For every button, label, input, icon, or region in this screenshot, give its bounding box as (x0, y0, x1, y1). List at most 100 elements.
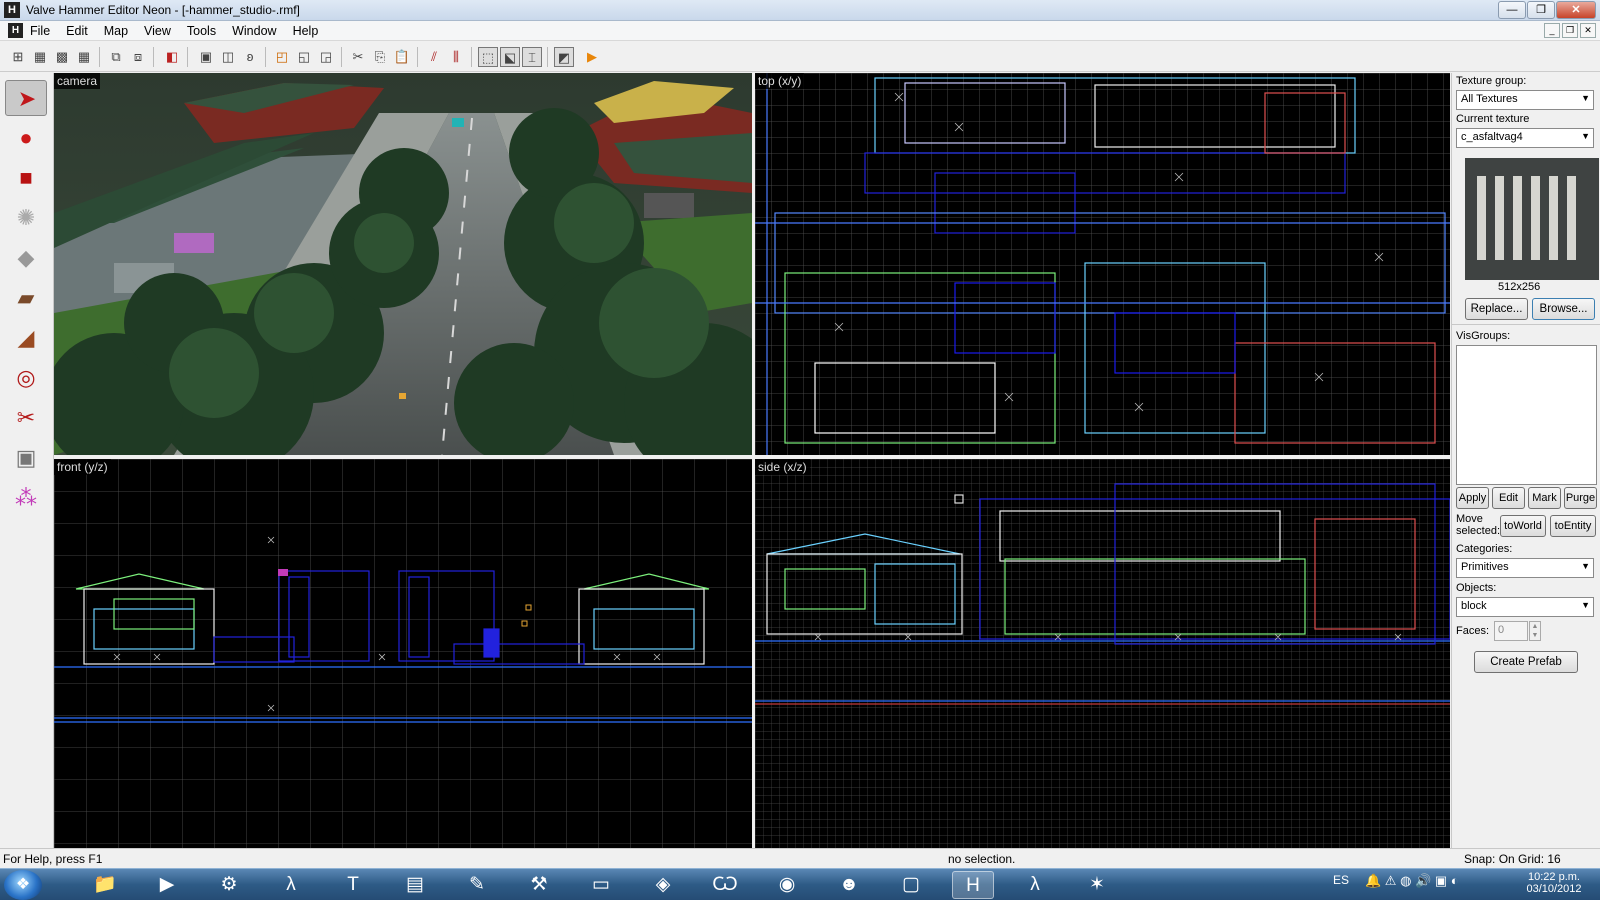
winamp-taskbar-icon[interactable]: Ѡ (704, 871, 746, 899)
rotate-icon[interactable]: ◲ (316, 47, 336, 67)
document-icon[interactable]: H (8, 23, 23, 38)
visgroups-label: VisGroups: (1456, 330, 1511, 342)
faces-input[interactable]: 0 (1494, 621, 1528, 641)
texture-lock-icon[interactable]: ʚ (240, 47, 260, 67)
menu-view[interactable]: View (144, 24, 171, 38)
selection-status: no selection. (948, 852, 1016, 866)
group-icon[interactable]: ⧉ (106, 47, 126, 67)
clipping-tool[interactable]: ✂ (5, 400, 47, 436)
half-life-taskbar-icon[interactable]: λ (1014, 871, 1056, 899)
camera-icon: ■ (19, 165, 33, 190)
steam-taskbar-icon[interactable]: ⚙ (208, 871, 250, 899)
path-icon: ⁂ (15, 485, 37, 510)
menu-map[interactable]: Map (104, 24, 128, 38)
decal-tool[interactable]: ◎ (5, 360, 47, 396)
hammer-editor-taskbar-icon[interactable]: H (952, 871, 994, 899)
texture-icon[interactable]: ⌶ (522, 47, 542, 67)
to-entity-button[interactable]: toEntity (1550, 515, 1596, 537)
media-player-taskbar-icon[interactable]: ▶ (146, 871, 188, 899)
hollow-icon[interactable]: ◫ (218, 47, 238, 67)
texture-group-value: All Textures (1461, 93, 1518, 105)
magnify-tool[interactable]: ● (5, 120, 47, 156)
mdi-close-button[interactable]: ✕ (1580, 23, 1596, 38)
larger-grid-icon[interactable]: ▦ (74, 47, 94, 67)
archive-taskbar-icon[interactable]: ▤ (394, 871, 436, 899)
side-viewport[interactable]: side (x/z) (755, 459, 1450, 848)
menu-tools[interactable]: Tools (187, 24, 216, 38)
explorer-taskbar-icon[interactable]: 📁 (84, 871, 126, 899)
replace-button[interactable]: Replace... (1465, 298, 1528, 320)
smaller-grid-icon[interactable]: ▩ (52, 47, 72, 67)
font-tool-taskbar-icon[interactable]: T (332, 871, 374, 899)
paint-cube-icon: ▰ (17, 285, 35, 310)
visgroups-list[interactable] (1456, 345, 1597, 485)
source-sdk-taskbar-icon[interactable]: λ (270, 871, 312, 899)
block-tool[interactable]: ◆ (5, 240, 47, 276)
menu-edit[interactable]: Edit (66, 24, 88, 38)
pipette-taskbar-icon[interactable]: ✎ (456, 871, 498, 899)
selection-icon[interactable]: ⬕ (500, 47, 520, 67)
to-world-button[interactable]: toWorld (1500, 515, 1546, 537)
document-taskbar-icon[interactable]: ▭ (580, 871, 622, 899)
entity-tool[interactable]: ✺ (5, 200, 47, 236)
categories-dropdown[interactable]: Primitives ▼ (1456, 558, 1594, 578)
mdi-minimize-button[interactable]: _ (1544, 23, 1560, 38)
cube-taskbar-icon[interactable]: ◈ (642, 871, 684, 899)
visgroup-apply-button[interactable]: Apply (1456, 487, 1489, 509)
firefox-taskbar-icon[interactable]: ◉ (766, 871, 808, 899)
grid-toggle-icon[interactable]: ⊞ (8, 47, 28, 67)
paste-icon[interactable]: 📋 (392, 47, 412, 67)
cordon-icon[interactable]: ◰ (272, 47, 292, 67)
close-button[interactable]: ✕ (1556, 1, 1596, 19)
run-map-icon[interactable]: ▶ (582, 47, 602, 67)
browse-button[interactable]: Browse... (1532, 298, 1595, 320)
start-button[interactable]: ❖ (4, 870, 42, 900)
chevron-down-icon: ▼ (1581, 561, 1590, 571)
carve-icon[interactable]: ▣ (196, 47, 216, 67)
app-icon[interactable]: H (4, 2, 20, 18)
tray-icons[interactable]: 🔔 ⚠ ◍ 🔊 ▣ ◐ (1365, 873, 1459, 889)
maximize-button[interactable]: ❐ (1527, 1, 1555, 19)
apply-current-texture-tool[interactable]: ◢ (5, 320, 47, 356)
hide-icon[interactable]: ◧ (162, 47, 182, 67)
wireframe-icon[interactable]: ⬚ (478, 47, 498, 67)
top-viewport[interactable]: top (x/y) (755, 73, 1450, 455)
texture-preview[interactable] (1465, 158, 1599, 280)
visgroup-edit-button[interactable]: Edit (1492, 487, 1525, 509)
camera-viewport[interactable]: camera (54, 73, 752, 455)
mdi-restore-button[interactable]: ❐ (1562, 23, 1578, 38)
box-taskbar-icon[interactable]: ▢ (890, 871, 932, 899)
ignore-groups-icon[interactable]: ⫽ (424, 47, 444, 67)
menu-help[interactable]: Help (293, 24, 319, 38)
camera-tool[interactable]: ■ (5, 160, 47, 196)
cut-icon[interactable]: ✂ (348, 47, 368, 67)
vertex-tool[interactable]: ▣ (5, 440, 47, 476)
visgroup-mark-button[interactable]: Mark (1528, 487, 1561, 509)
clock-date: 03/10/2012 (1526, 883, 1582, 895)
front-viewport[interactable]: front (y/z) (54, 459, 752, 848)
faces-spinner[interactable]: ▲ ▼ (1529, 621, 1541, 641)
toggle-helpers-icon[interactable]: ◩ (554, 47, 574, 67)
star-taskbar-icon[interactable]: ✶ (1076, 871, 1118, 899)
copy-icon[interactable]: ⎘ (370, 47, 390, 67)
texture-group-dropdown[interactable]: All Textures ▼ (1456, 90, 1594, 110)
selection-tool[interactable]: ➤ (5, 80, 47, 116)
hammer-tool-taskbar-icon[interactable]: ⚒ (518, 871, 560, 899)
visgroup-purge-button[interactable]: Purge (1564, 487, 1597, 509)
target-icon: ◎ (16, 365, 36, 390)
menu-window[interactable]: Window (232, 24, 276, 38)
create-prefab-button[interactable]: Create Prefab (1474, 651, 1578, 673)
path-tool[interactable]: ⁂ (5, 480, 47, 516)
3d-grid-icon[interactable]: ▦ (30, 47, 50, 67)
flip-icon[interactable]: ◱ (294, 47, 314, 67)
hulk-taskbar-icon[interactable]: ☻ (828, 871, 870, 899)
clock[interactable]: 10:22 p.m. 03/10/2012 (1514, 871, 1594, 895)
objects-dropdown[interactable]: block ▼ (1456, 597, 1594, 617)
toggle-texture-icon[interactable]: ⫼ (446, 47, 466, 67)
texture-application-tool[interactable]: ▰ (5, 280, 47, 316)
menu-file[interactable]: File (30, 24, 50, 38)
minimize-button[interactable]: — (1498, 1, 1526, 19)
current-texture-dropdown[interactable]: c_asfaltvag4 ▼ (1456, 128, 1594, 148)
ungroup-icon[interactable]: ⧈ (128, 47, 148, 67)
language-indicator[interactable]: ES (1333, 873, 1349, 887)
